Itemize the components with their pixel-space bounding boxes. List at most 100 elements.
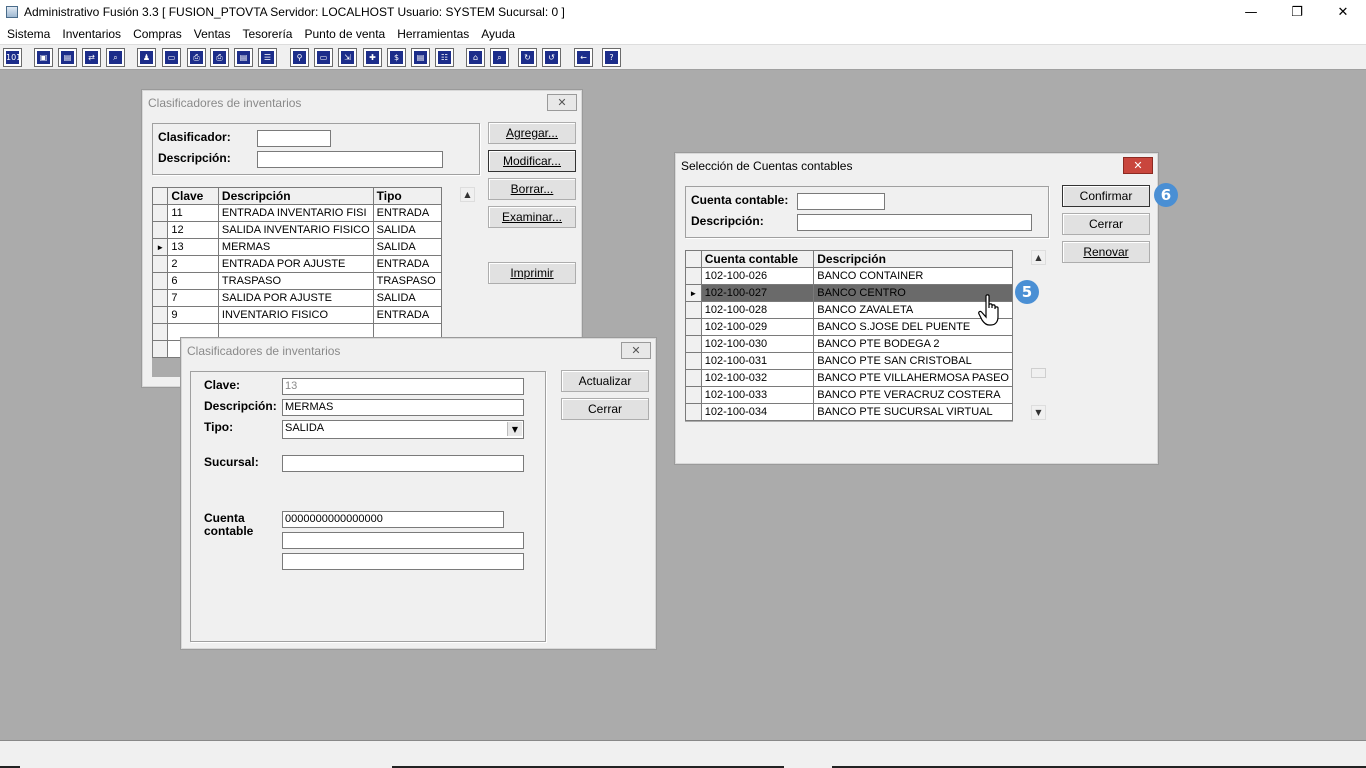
scroll-up-icon[interactable]: ▲	[460, 187, 475, 202]
printer-icon[interactable]: ⎙	[210, 48, 229, 67]
grid-corner	[151, 187, 169, 205]
table-row[interactable]: 12 SALIDA INVENTARIO FISICO SALIDA	[151, 221, 443, 239]
table-icon[interactable]: ☷	[435, 48, 454, 67]
home-icon[interactable]: ⌂	[466, 48, 485, 67]
descripcion-label: Descripción:	[158, 151, 231, 165]
table-row[interactable]: 102-100-032 BANCO PTE VILLAHERMOSA PASEO	[685, 369, 1013, 387]
renovar-button[interactable]: Renovar	[1062, 241, 1150, 263]
help-icon[interactable]: ?	[602, 48, 621, 67]
restore-button[interactable]: ❐	[1274, 0, 1320, 24]
menu-inventarios[interactable]: Inventarios	[56, 27, 127, 41]
cuenta-extra-field-2[interactable]	[282, 553, 524, 570]
agregar-button[interactable]: Agregar...	[488, 122, 576, 144]
close-icon[interactable]: ✕	[621, 342, 651, 359]
imprimir-button[interactable]: Imprimir	[488, 262, 576, 284]
clipboard-icon[interactable]: ▤	[58, 48, 77, 67]
column-header-cuenta[interactable]: Cuenta contable	[700, 250, 815, 268]
box-icon[interactable]: ▭	[314, 48, 333, 67]
folder-icon[interactable]: ▭	[162, 48, 181, 67]
table-row[interactable]: 7 SALIDA POR AJUSTE SALIDA	[151, 289, 443, 307]
close-icon[interactable]: ✕	[547, 94, 577, 111]
scroll-down-icon[interactable]: ▼	[1031, 405, 1046, 420]
table-row[interactable]: 102-100-034 BANCO PTE SUCURSAL VIRTUAL	[685, 403, 1013, 421]
row-indicator	[151, 204, 169, 222]
menu-ayuda[interactable]: Ayuda	[475, 27, 521, 41]
minimize-button[interactable]: —	[1228, 0, 1274, 24]
row-indicator	[151, 221, 169, 239]
table-row[interactable]: 2 ENTRADA POR AJUSTE ENTRADA	[151, 255, 443, 273]
table-row[interactable]: 102-100-029 BANCO S.JOSE DEL PUENTE	[685, 318, 1013, 336]
document-icon[interactable]: ▤	[234, 48, 253, 67]
column-header-tipo[interactable]: Tipo	[372, 187, 443, 205]
clave-input[interactable]: 13	[282, 378, 524, 395]
table-row[interactable]: 6 TRASPASO TRASPASO	[151, 272, 443, 290]
table-row[interactable]: 102-100-030 BANCO PTE BODEGA 2	[685, 335, 1013, 353]
table-row[interactable]: ► 13 MERMAS SALIDA	[151, 238, 443, 256]
row-indicator	[151, 340, 169, 358]
menu-tesoreria[interactable]: Tesorería	[236, 27, 298, 41]
cuentas-grid[interactable]: Cuenta contable Descripción 102-100-026 B…	[685, 250, 1013, 422]
cell-cuenta: 102-100-028	[700, 301, 815, 319]
cell-descripcion: BANCO PTE BODEGA 2	[813, 335, 1013, 353]
grid-scrollbar[interactable]: ▲ ▼	[1031, 250, 1047, 422]
menu-compras[interactable]: Compras	[127, 27, 188, 41]
column-header-clave[interactable]: Clave	[167, 187, 219, 205]
search-doc-icon[interactable]: ⌕	[106, 48, 125, 67]
cell-tipo: TRASPASO	[372, 272, 443, 290]
table-row[interactable]: 102-100-031 BANCO PTE SAN CRISTOBAL	[685, 352, 1013, 370]
clasificador-input[interactable]	[257, 130, 331, 147]
hand-pointer-icon	[978, 294, 999, 326]
cerrar-button[interactable]: Cerrar	[561, 398, 649, 420]
zoom-icon[interactable]: ⌕	[490, 48, 509, 67]
close-icon[interactable]: ✕	[1123, 157, 1153, 174]
tipo-label: Tipo:	[204, 420, 234, 434]
user-icon[interactable]: ♟	[137, 48, 156, 67]
cuenta-contable-input[interactable]	[797, 193, 885, 210]
descripcion-input[interactable]: MERMAS	[282, 399, 524, 416]
menu-herramientas[interactable]: Herramientas	[391, 27, 475, 41]
scroll-thumb[interactable]	[1031, 368, 1046, 378]
app-icon	[6, 6, 18, 18]
descripcion-input[interactable]	[797, 214, 1032, 231]
cuenta-extra-field-1[interactable]	[282, 532, 524, 549]
dollar-icon[interactable]: $	[387, 48, 406, 67]
calculator-icon[interactable]: 101	[3, 48, 22, 67]
chevron-down-icon[interactable]: ▼	[507, 422, 522, 436]
scroll-up-icon[interactable]: ▲	[1031, 250, 1046, 265]
close-window-button[interactable]: ✕	[1320, 0, 1366, 24]
menu-ventas[interactable]: Ventas	[188, 27, 237, 41]
tipo-select[interactable]: SALIDA ▼	[282, 420, 524, 439]
table-row[interactable]: 102-100-028 BANCO ZAVALETA	[685, 301, 1013, 319]
refresh-icon[interactable]: ↻	[518, 48, 537, 67]
list-glyph: ☰	[261, 51, 274, 64]
descripcion-input[interactable]	[257, 151, 443, 168]
column-header-descripcion[interactable]: Descripción	[813, 250, 1013, 268]
cerrar-button[interactable]: Cerrar	[1062, 213, 1150, 235]
sucursal-input[interactable]	[282, 455, 524, 472]
copy-icon[interactable]: ▣	[34, 48, 53, 67]
export-icon[interactable]: ⇲	[338, 48, 357, 67]
transfer-icon[interactable]: ⇄	[82, 48, 101, 67]
table-row[interactable]: 102-100-026 BANCO CONTAINER	[685, 267, 1013, 285]
cuenta-contable-input[interactable]: 0000000000000000	[282, 511, 504, 528]
cell-clave: 13	[167, 238, 219, 256]
back-arrow-icon[interactable]: ←	[574, 48, 593, 67]
print-icon[interactable]: ⎙	[187, 48, 206, 67]
add-icon[interactable]: ✚	[363, 48, 382, 67]
menu-punto-de-venta[interactable]: Punto de venta	[298, 27, 391, 41]
table-row[interactable]: 102-100-033 BANCO PTE VERACRUZ COSTERA	[685, 386, 1013, 404]
menu-sistema[interactable]: Sistema	[1, 27, 56, 41]
modificar-button[interactable]: Modificar...	[488, 150, 576, 172]
table-row[interactable]: 9 INVENTARIO FISICO ENTRADA	[151, 306, 443, 324]
table-row[interactable]: 11 ENTRADA INVENTARIO FISI ENTRADA	[151, 204, 443, 222]
table-row-selected[interactable]: ► 102-100-027 BANCO CENTRO	[685, 284, 1013, 302]
list-icon[interactable]: ☰	[258, 48, 277, 67]
undo-icon[interactable]: ↺	[542, 48, 561, 67]
borrar-button[interactable]: Borrar...	[488, 178, 576, 200]
actualizar-button[interactable]: Actualizar	[561, 370, 649, 392]
binoculars-icon[interactable]: ⚲	[290, 48, 309, 67]
examinar-button[interactable]: Examinar...	[488, 206, 576, 228]
column-header-descripcion[interactable]: Descripción	[217, 187, 374, 205]
report-icon[interactable]: ▤	[411, 48, 430, 67]
confirmar-button[interactable]: Confirmar	[1062, 185, 1150, 207]
